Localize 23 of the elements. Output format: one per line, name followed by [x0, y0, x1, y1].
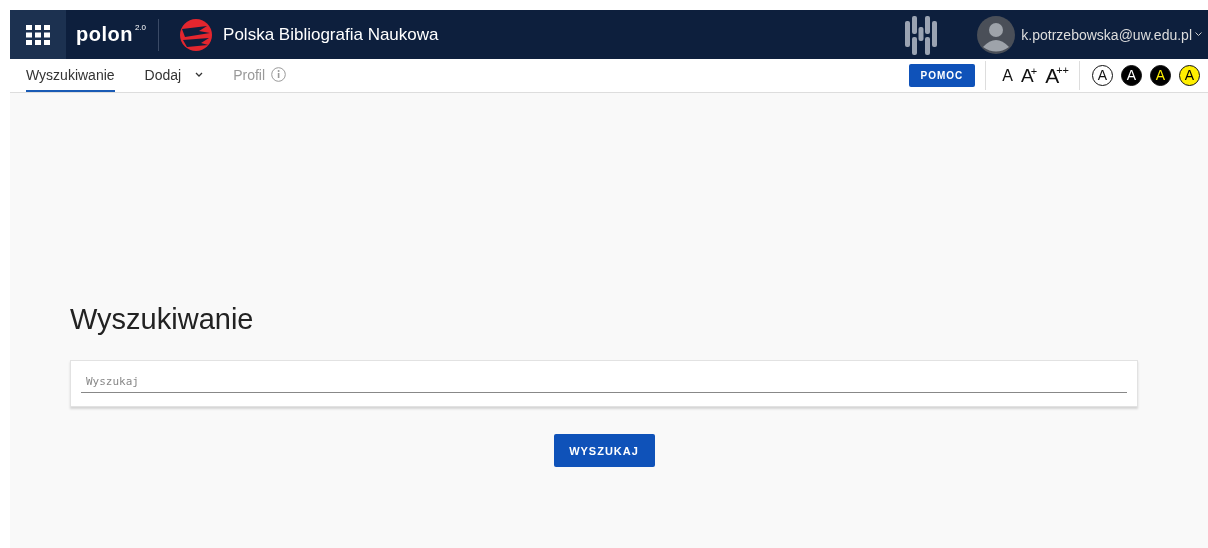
grid-icon — [26, 24, 50, 45]
font-size-button[interactable]: A$^{+}$ — [1021, 64, 1038, 87]
help-button[interactable]: POMOC — [908, 64, 976, 87]
app-title: Polska Bibliografia Naukowa — [223, 24, 439, 45]
caret-icon — [1195, 32, 1202, 37]
contrast-button[interactable]: A — [1121, 65, 1142, 86]
contrast-button[interactable]: A — [1150, 65, 1171, 86]
nav-tab[interactable]: Wyszukiwanie — [26, 59, 115, 92]
search-field[interactable]: Wyszukaj — [70, 360, 1138, 407]
font-size-button[interactable]: A — [1002, 66, 1013, 85]
search-button[interactable]: WYSZUKAJ — [553, 434, 655, 467]
page-title: Wyszukiwanie — [70, 303, 255, 336]
polon-logo: polon$^{2.0}$ — [76, 23, 147, 46]
striped-globe-icon — [179, 17, 214, 52]
nav-tab[interactable]: Dodaj — [144, 59, 204, 92]
contrast-button[interactable]: A — [1179, 65, 1200, 86]
info-icon — [271, 67, 287, 82]
apps-menu-button[interactable] — [10, 10, 66, 59]
user-menu[interactable]: k.potrzebowska@uw.edu.pl — [1021, 26, 1202, 43]
contrast-button[interactable]: A — [1092, 65, 1113, 86]
font-size-button[interactable]: A$^{++}$ — [1045, 63, 1069, 88]
avatar-icon — [977, 15, 1016, 54]
caret-icon — [195, 72, 204, 77]
